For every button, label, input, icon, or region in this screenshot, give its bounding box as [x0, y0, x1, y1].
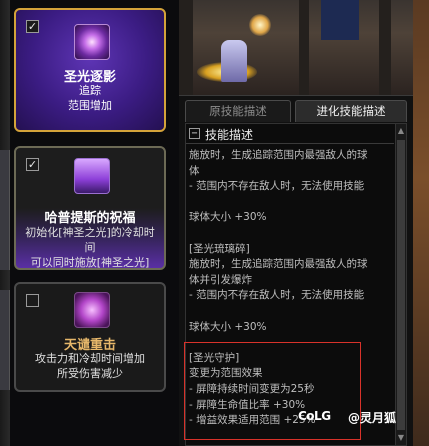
watermark-logo: CoLG [298, 409, 331, 423]
description-line: - 范围内不存在敌人时，无法使用技能 [189, 289, 365, 302]
skill-desc-line: 初始化[神圣之光]的冷却时 [25, 226, 155, 239]
description-tabs: 原技能描述 进化技能描述 [185, 100, 407, 122]
skill-checkbox-2[interactable]: ✓ [26, 158, 39, 171]
edge-bar [0, 150, 10, 270]
skill-checkbox-1[interactable]: ✓ [26, 20, 39, 33]
description-line: 施放时，生成追踪范围内最强敌人的球 [189, 258, 368, 271]
skill-desc-line: 攻击力和冷却时间增加 [35, 352, 145, 365]
skill-desc-line: 范围增加 [68, 99, 112, 112]
description-blank [189, 195, 395, 211]
character-figure [221, 40, 247, 82]
skill-card-3[interactable]: 天谴重击 攻击力和冷却时间增加 所受伤害减少 [14, 282, 166, 392]
description-box: − 技能描述 施放时，生成追踪范围内最强敌人的球 体 - 范围内不存在敌人时，无… [185, 123, 407, 446]
skill-desc: 初始化[神圣之光]的冷却时 间 可以同时施放[神圣之光] [16, 225, 164, 269]
scroll-up-icon[interactable]: ▲ [397, 126, 405, 136]
description-line: 体并引发爆炸 [189, 273, 252, 286]
skill-desc: 追踪 范围增加 [16, 83, 164, 113]
skill-name: 哈普提斯的祝福 [44, 211, 136, 226]
skill-card-1[interactable]: ✓ 圣光逐影 追踪 范围增加 [14, 8, 166, 132]
description-blank [189, 335, 395, 351]
holy-orb-icon [74, 24, 110, 60]
watermark: CoLG @灵月狐 [298, 407, 410, 429]
scene-pillar [299, 0, 309, 95]
description-blank [189, 226, 395, 242]
skill-desc-line: 间 [84, 241, 96, 254]
skill-checkbox-3[interactable] [26, 294, 39, 307]
skill-detail-panel: 原技能描述 进化技能描述 − 技能描述 施放时，生成追踪范围内最强敌人的球 体 … [179, 0, 413, 446]
skill-preview-image [179, 0, 413, 96]
description-scrollbar[interactable]: ▲ ▼ [395, 124, 406, 445]
skill-card-2[interactable]: ✓ 哈普提斯的祝福 初始化[神圣之光]的冷却时 间 可以同时施放[神圣之光] [14, 146, 166, 270]
scene-lamp [249, 14, 271, 36]
skill-desc: 攻击力和冷却时间增加 所受伤害减少 [16, 351, 164, 381]
tab-evolved-description[interactable]: 进化技能描述 [295, 100, 407, 122]
description-line: - 范围内不存在敌人时，无法使用技能 [189, 180, 365, 193]
scene-pillar [179, 0, 193, 95]
scene-pillar [379, 0, 391, 95]
skill-desc-line: 追踪 [79, 84, 101, 97]
description-line: 球体大小 +30% [189, 320, 267, 333]
description-line: 施放时，生成追踪范围内最强敌人的球 [189, 149, 368, 161]
skill-desc-line: 可以同时施放[神圣之光] [30, 256, 150, 269]
description-line: 球体大小 +30% [189, 211, 267, 224]
collapse-icon[interactable]: − [189, 128, 200, 139]
scroll-down-icon[interactable]: ▼ [397, 433, 405, 443]
left-scroll-edge [0, 0, 10, 446]
description-blank [189, 304, 395, 320]
background-strip [413, 0, 429, 446]
skill-desc-line: 所受伤害减少 [57, 367, 123, 380]
scene-banner [321, 0, 359, 40]
description-title: 技能描述 [205, 128, 254, 142]
description-line: - 屏障持续时间变更为25秒 [189, 382, 315, 395]
description-line: 变更为范围效果 [189, 367, 263, 380]
description-header[interactable]: − 技能描述 [186, 124, 394, 144]
description-line: [圣光守护] [189, 351, 240, 364]
edge-bar [0, 290, 10, 390]
description-line: [圣光琉璃碎] [189, 242, 250, 255]
blessing-icon [74, 158, 110, 194]
watermark-handle: @灵月狐 [348, 411, 397, 425]
description-text: 施放时，生成追踪范围内最强敌人的球 体 - 范围内不存在敌人时，无法使用技能 球… [189, 148, 395, 429]
description-line: 体 [189, 164, 200, 177]
divine-strike-icon [74, 292, 110, 328]
scrollbar-thumb[interactable] [397, 140, 405, 430]
tab-original-description[interactable]: 原技能描述 [185, 100, 291, 122]
